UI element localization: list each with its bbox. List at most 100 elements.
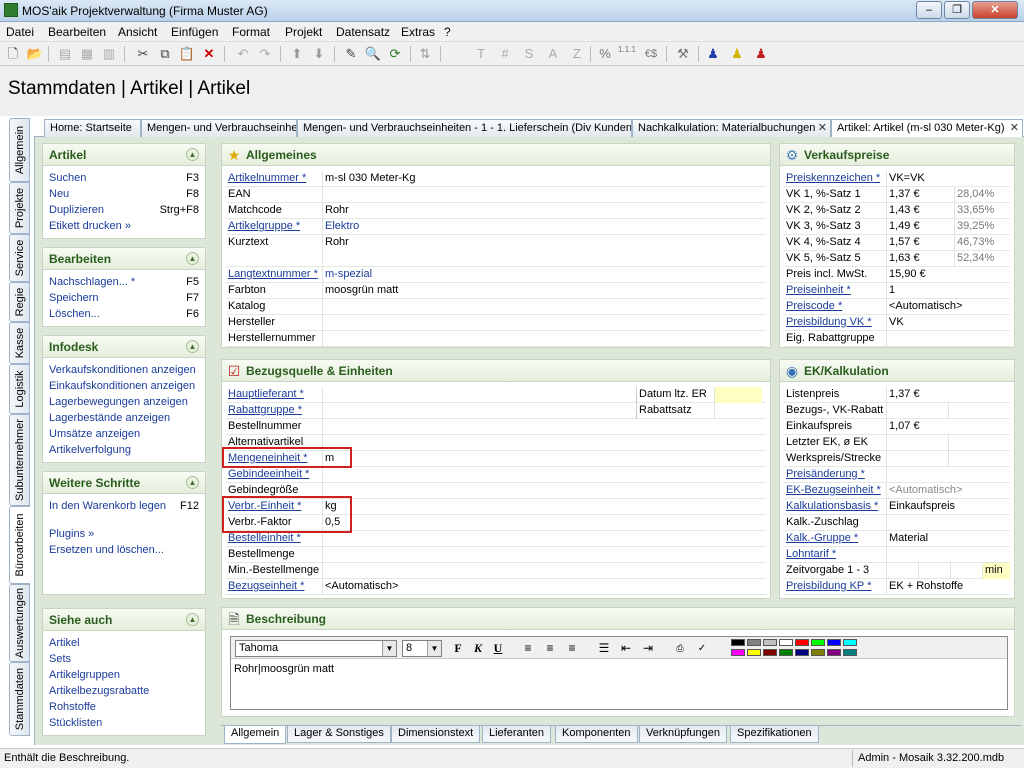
tab-lager-sonstiges[interactable]: Lager & Sonstiges <box>287 726 391 743</box>
matchcode-field[interactable]: Rohr <box>322 203 766 219</box>
user-blue-icon[interactable]: ♟ <box>704 45 722 63</box>
color-swatch-icon[interactable] <box>843 639 857 646</box>
zeitvorgabe-2-field[interactable] <box>918 563 950 579</box>
align-icon[interactable]: A <box>544 45 562 63</box>
katalog-field[interactable] <box>322 299 766 315</box>
minimize-button[interactable]: – <box>916 1 942 19</box>
vk4-percent-field[interactable]: 46,73% <box>954 235 1010 251</box>
percent-icon[interactable]: % <box>596 45 614 63</box>
rabattsatz-field[interactable] <box>714 403 762 419</box>
field-label-kalk-gruppe[interactable]: Kalk.-Gruppe * <box>786 532 858 544</box>
kalkulationsbasis-field[interactable]: Einkaufspreis <box>886 499 1010 515</box>
tab-dimensionstext[interactable]: Dimensionstext <box>391 726 481 743</box>
menu-datensatz[interactable]: Datensatz <box>336 25 390 39</box>
font-size-select[interactable]: 8 ▼ <box>402 640 442 657</box>
color-swatch-icon[interactable] <box>843 649 857 656</box>
durchschnitt-ek-field[interactable] <box>948 435 1010 451</box>
maximize-button[interactable]: ❐ <box>944 1 970 19</box>
task-artikelverfolgung[interactable]: Artikelverfolgung <box>49 444 131 456</box>
field-label-lohntarif[interactable]: Lohntarif * <box>786 548 836 560</box>
user-yellow-icon[interactable]: ♟ <box>728 45 746 63</box>
zeitvorgabe-1-field[interactable] <box>886 563 918 579</box>
task-loeschen[interactable]: Löschen... <box>49 308 100 320</box>
redo-icon[interactable]: ↷ <box>256 45 274 63</box>
field-label-bezugseinheit[interactable]: Bezugseinheit * <box>228 580 304 592</box>
new-icon[interactable]: 🗋 <box>4 45 22 63</box>
collapse-icon[interactable]: ▲ <box>186 613 199 626</box>
bestellmenge-field[interactable] <box>322 547 766 563</box>
kurztext-field[interactable]: Rohr <box>322 235 766 267</box>
zeitvorgabe-3-field[interactable] <box>950 563 982 579</box>
menu-ansicht[interactable]: Ansicht <box>118 25 157 39</box>
copy-icon[interactable]: ⧉ <box>156 45 174 63</box>
close-tab-icon[interactable]: ✕ <box>818 121 827 134</box>
field-label-preiscode[interactable]: Preiscode * <box>786 300 842 312</box>
einkaufspreis-field[interactable]: 1,07 € <box>886 419 1010 435</box>
doc-tab-nachkalkulation[interactable]: Nachkalkulation: Materialbuchungen ✕ <box>632 119 831 137</box>
print-preview-icon[interactable]: ▦ <box>78 45 96 63</box>
search-icon[interactable]: 🔍 <box>364 45 382 63</box>
link-stuecklisten[interactable]: Stücklisten <box>49 717 102 729</box>
task-lagerbestaende[interactable]: Lagerbestände anzeigen <box>49 412 170 424</box>
edit-icon[interactable]: ✎ <box>342 45 360 63</box>
task-verkaufskonditionen[interactable]: Verkaufskonditionen anzeigen <box>49 364 196 376</box>
field-label-rabattgruppe[interactable]: Rabattgruppe * <box>228 404 302 416</box>
color-swatch-icon[interactable] <box>827 649 841 656</box>
field-label-preisbildung-vk[interactable]: Preisbildung VK * <box>786 316 872 328</box>
close-tab-icon[interactable]: ✕ <box>1010 121 1019 134</box>
indent-icon[interactable]: ⇥ <box>639 640 657 657</box>
color-swatch-icon[interactable] <box>827 639 841 646</box>
collapse-icon[interactable]: ▲ <box>186 340 199 353</box>
outdent-icon[interactable]: ⇤ <box>617 640 635 657</box>
align-center-icon[interactable]: ≡ <box>541 640 559 657</box>
task-ersetzen-loeschen[interactable]: Ersetzen und löschen... <box>49 544 164 556</box>
doc-tab-artikel[interactable]: Artikel: Artikel (m-sl 030 Meter-Kg) ✕ <box>831 119 1023 138</box>
link-artikelgruppen[interactable]: Artikelgruppen <box>49 669 120 681</box>
vtab-logistik[interactable]: Logistik <box>9 364 30 414</box>
datum-letzte-er-field[interactable] <box>714 387 762 403</box>
menu-datei[interactable]: Datei <box>6 25 34 39</box>
doc-tab-mengen[interactable]: Mengen- und Verbrauchseinhe <box>141 119 297 137</box>
verbr-faktor-field[interactable]: 0,5 <box>322 515 766 531</box>
color-swatch-icon[interactable] <box>779 639 793 646</box>
preisbildung-kp-field[interactable]: EK + Rohstoffe <box>886 579 1010 595</box>
artikelgruppe-field[interactable]: Elektro <box>322 219 766 235</box>
bezugseinheit-field[interactable]: <Automatisch> <box>322 579 766 595</box>
color-swatch-icon[interactable] <box>779 649 793 656</box>
vk4-field[interactable]: 1,57 € <box>886 235 954 251</box>
vtab-stammdaten[interactable]: Stammdaten <box>9 662 30 736</box>
gebindegroesse-field[interactable] <box>322 483 766 499</box>
field-label-bestelleinheit[interactable]: Bestelleinheit * <box>228 532 301 544</box>
color-swatch-icon[interactable] <box>747 639 761 646</box>
strecke-field[interactable] <box>948 451 1010 467</box>
cut-icon[interactable]: ✂ <box>134 45 152 63</box>
color-swatch-icon[interactable] <box>763 639 777 646</box>
vk1-percent-field[interactable]: 28,04% <box>954 187 1010 203</box>
ek-bezugseinheit-field[interactable]: <Automatisch> <box>886 483 1010 499</box>
field-label-kalkulationsbasis[interactable]: Kalkulationsbasis * <box>786 500 878 512</box>
underline-icon[interactable]: U <box>489 640 507 657</box>
bold-icon[interactable]: F <box>449 640 467 657</box>
delete-icon[interactable]: ✕ <box>200 45 218 63</box>
print-icon[interactable]: ▤ <box>56 45 74 63</box>
move-up-icon[interactable]: ⬆ <box>288 45 306 63</box>
menu-help[interactable]: ? <box>444 25 451 39</box>
color-swatch-icon[interactable] <box>731 649 745 656</box>
field-label-artikelnummer[interactable]: Artikelnummer * <box>228 172 306 184</box>
link-artikel[interactable]: Artikel <box>49 637 80 649</box>
tools-icon[interactable]: ⚒ <box>674 45 692 63</box>
collapse-icon[interactable]: ▲ <box>186 476 199 489</box>
bullet-list-icon[interactable]: ☰ <box>595 640 613 657</box>
color-swatch-icon[interactable] <box>731 639 745 646</box>
font-select[interactable]: Tahoma ▼ <box>235 640 397 657</box>
bestellnummer-field[interactable] <box>322 419 766 435</box>
task-nachschlagen[interactable]: Nachschlagen... * <box>49 276 135 288</box>
menu-extras[interactable]: Extras <box>401 25 435 39</box>
field-label-preisbildung-kp[interactable]: Preisbildung KP * <box>786 580 871 592</box>
vk1-field[interactable]: 1,37 € <box>886 187 954 203</box>
close-button[interactable]: ✕ <box>972 1 1018 19</box>
preiscode-field[interactable]: <Automatisch> <box>886 299 1010 315</box>
doc-tab-home[interactable]: Home: Startseite <box>44 119 141 137</box>
zero-icon[interactable]: Z <box>568 45 586 63</box>
tab-allgemein[interactable]: Allgemein <box>224 726 287 744</box>
